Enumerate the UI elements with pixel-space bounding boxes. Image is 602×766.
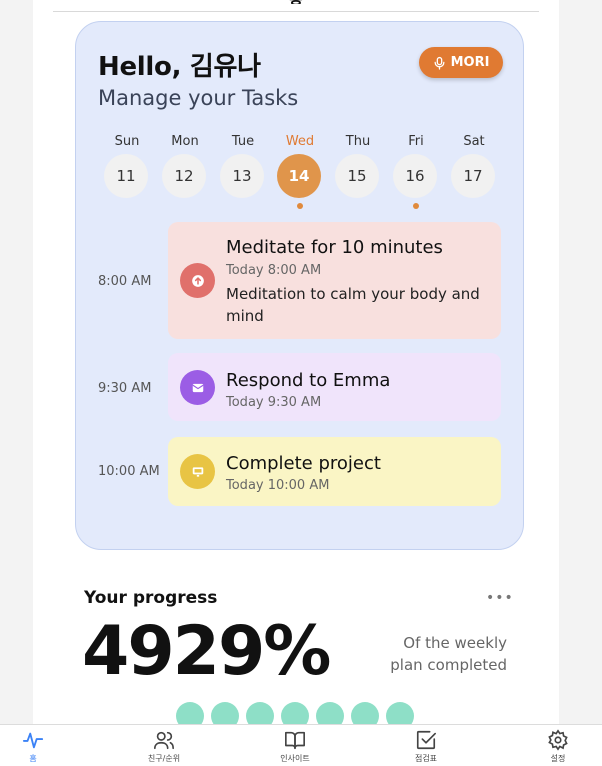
progress-value: 4929% [82,612,331,691]
mori-button[interactable]: MORI [419,47,503,78]
task-title: Meditate for 10 minutes [226,237,443,258]
task-title: Respond to Emma [226,370,391,391]
book-icon [285,731,305,750]
page-title: 홈 [33,0,559,4]
day-date: 14 [277,154,321,198]
more-options-button[interactable]: ••• [486,590,513,606]
day-name: Sun [114,134,140,149]
task-subtitle: Today 10:00 AM [226,478,330,493]
task-time: 9:30 AM [98,381,152,396]
progress-title: Your progress [84,588,218,608]
task-indicator-dot [297,203,303,209]
day-tue[interactable]: Tue 13 [220,132,266,198]
nav-label: 점검표 [414,754,438,763]
day-date: 12 [162,154,206,198]
nav-label: 친구/순위 [147,754,181,763]
header-divider [53,11,539,12]
tasks-subtitle: Manage your Tasks [98,86,299,110]
mori-label: MORI [450,55,490,70]
task-card-meditate[interactable]: Meditate for 10 minutes Today 8:00 AM Me… [168,222,501,339]
nav-friends[interactable]: 친구/순위 [134,729,194,764]
day-fri[interactable]: Fri 16 [393,132,439,209]
nav-settings[interactable]: 설정 [528,729,588,764]
day-name: Fri [408,134,424,149]
task-card-respond[interactable]: Respond to Emma Today 9:30 AM [168,353,501,421]
day-sat[interactable]: Sat 17 [451,132,497,198]
task-time: 8:00 AM [98,274,152,289]
progress-note: Of the weekly plan completed [373,632,507,676]
day-date: 16 [393,154,437,198]
monitor-icon [180,454,215,489]
day-name: Tue [231,134,255,149]
nav-checklist[interactable]: 점검표 [396,729,456,764]
gear-icon [548,729,568,751]
users-icon [154,731,174,750]
arrow-up-icon [180,263,215,298]
day-wed[interactable]: Wed 14 [277,132,323,209]
bottom-nav: 홈 친구/순위 인사이트 점검표 설정 [0,724,602,766]
day-name: Mon [171,134,199,149]
day-thu[interactable]: Thu 15 [335,132,381,198]
day-name: Sat [463,134,485,149]
task-card-project[interactable]: Complete project Today 10:00 AM [168,437,501,506]
day-date: 11 [104,154,148,198]
day-date: 15 [335,154,379,198]
nav-label: 홈 [29,754,37,763]
greeting: Hello, 김유나 [98,52,261,82]
day-date: 13 [220,154,264,198]
activity-icon [22,732,44,749]
microphone-icon [434,56,445,70]
app-page: 홈 Hello, 김유나 Manage your Tasks MORI Sun … [33,0,559,766]
day-sun[interactable]: Sun 11 [104,132,150,198]
progress-note-line: Of the weekly [403,634,507,652]
task-subtitle: Today 8:00 AM [226,263,322,278]
nav-label: 인사이트 [280,754,310,763]
day-name: Thu [345,134,371,149]
nav-home[interactable]: 홈 [3,729,63,764]
task-indicator-dot [413,203,419,209]
checkbox-icon [416,730,436,750]
day-date: 17 [451,154,495,198]
task-time: 10:00 AM [98,464,160,479]
day-mon[interactable]: Mon 12 [162,132,208,198]
task-subtitle: Today 9:30 AM [226,395,322,410]
week-selector: Sun 11 Mon 12 Tue 13 Wed 14 Thu 15 Fri 1… [104,132,504,222]
progress-note-line: plan completed [390,656,507,674]
task-title: Complete project [226,453,381,474]
mail-icon [180,370,215,405]
nav-insights[interactable]: 인사이트 [265,729,325,764]
task-description: Meditation to calm your body and mind [226,285,480,325]
nav-label: 설정 [550,754,566,763]
tasks-card: Hello, 김유나 Manage your Tasks MORI Sun 11… [75,21,524,550]
day-name: Wed [285,134,315,149]
